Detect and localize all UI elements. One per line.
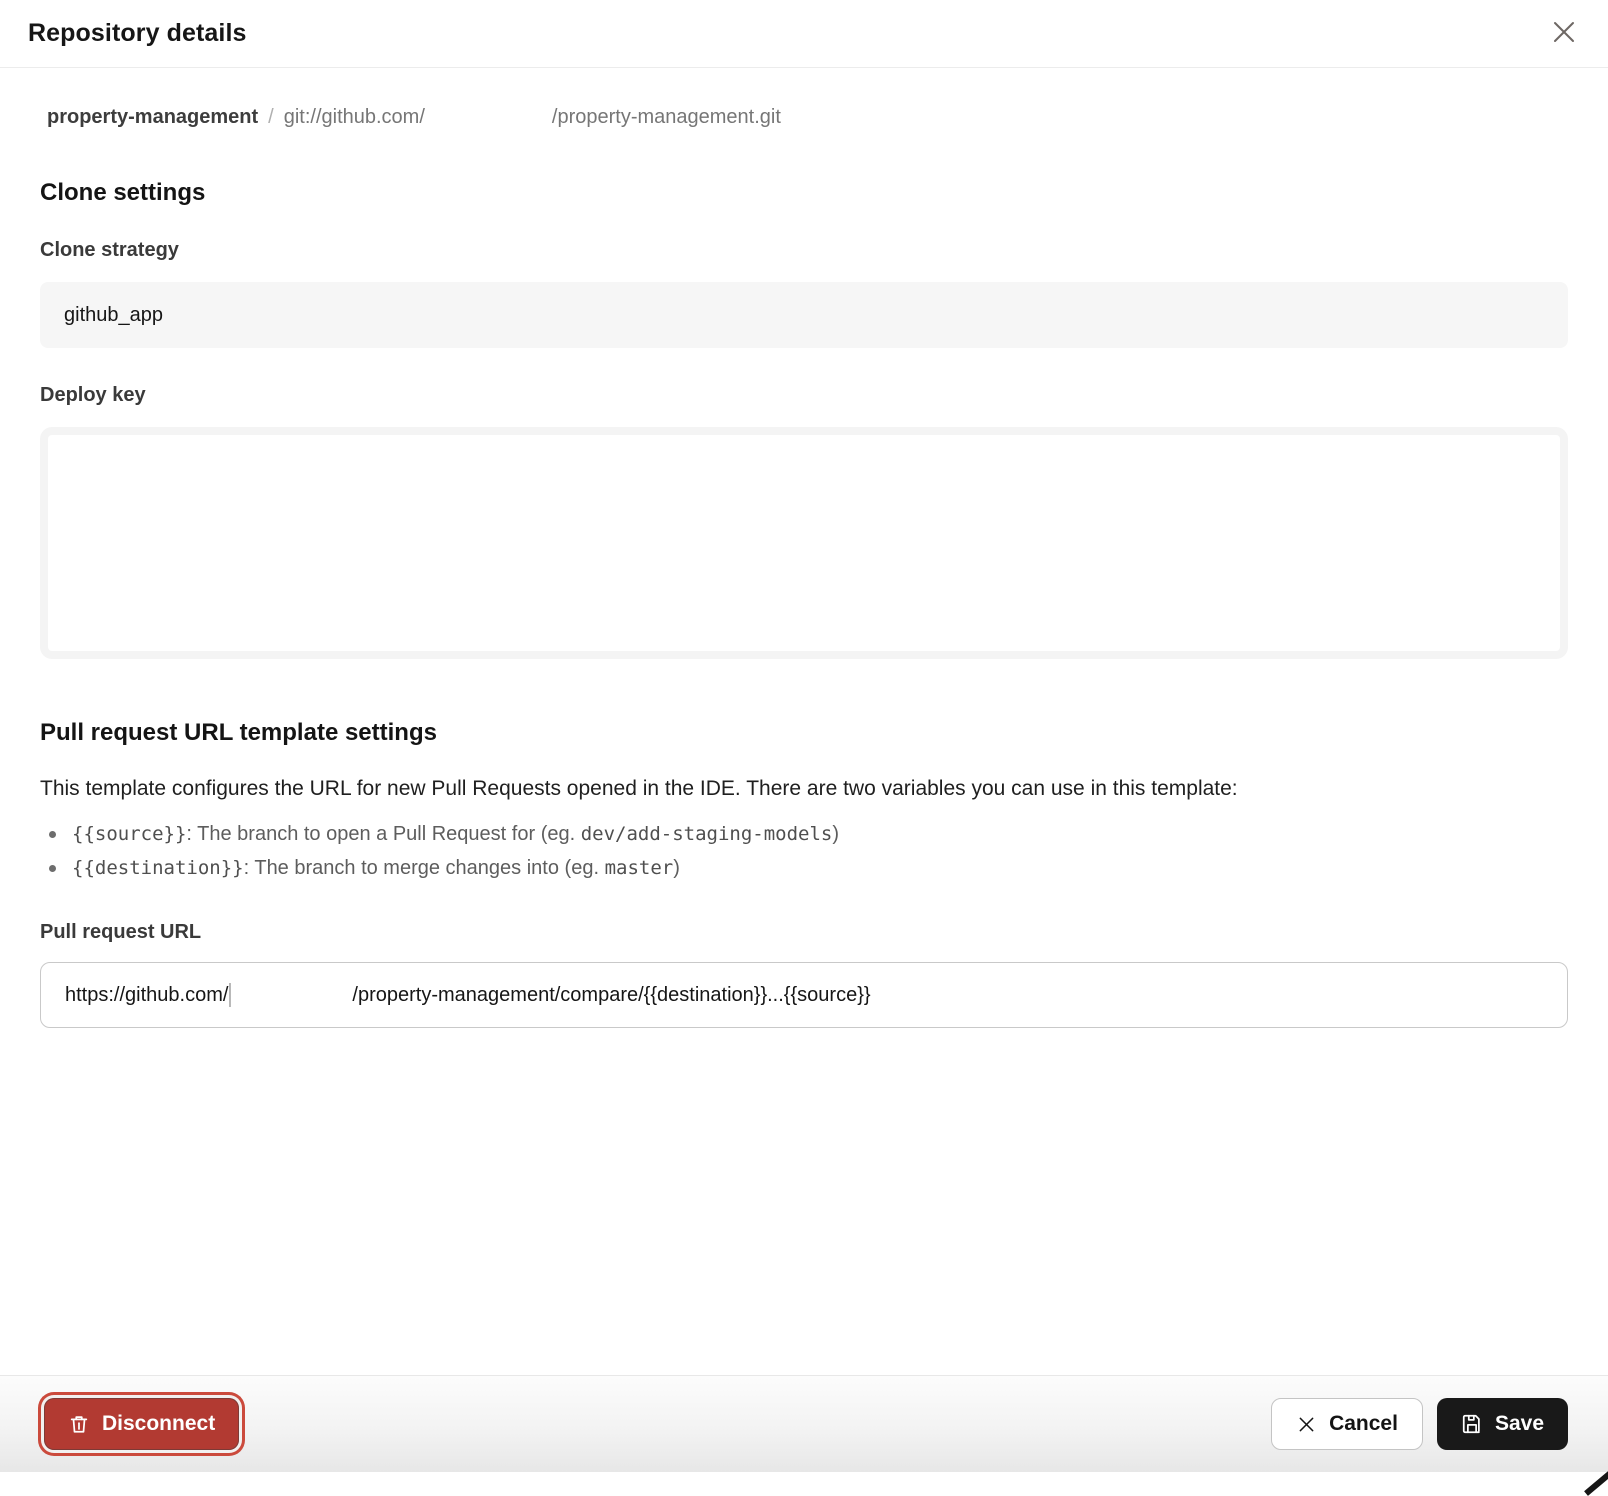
disconnect-button[interactable]: Disconnect — [44, 1398, 239, 1450]
disconnect-button-label: Disconnect — [102, 1412, 215, 1436]
variable-source-example: dev/add-staging-models — [581, 823, 833, 845]
variable-destination-text: : The branch to merge changes into (eg. — [244, 857, 605, 879]
breadcrumb: property-management / git://github.com/ … — [40, 106, 1568, 129]
close-button[interactable] — [1548, 18, 1580, 50]
save-button-label: Save — [1495, 1412, 1544, 1436]
breadcrumb-separator: / — [268, 106, 274, 129]
pr-template-heading: Pull request URL template settings — [40, 719, 1568, 747]
variable-destination-example: master — [605, 857, 674, 879]
pr-url-value-prefix: https://github.com/ — [65, 984, 228, 1007]
floppy-disk-icon — [1461, 1413, 1483, 1435]
pr-template-variable-list: {{source}}: The branch to open a Pull Re… — [40, 819, 1568, 883]
variable-source-text: : The branch to open a Pull Request for … — [186, 823, 580, 845]
repository-details-modal: Repository details property-management /… — [0, 0, 1608, 1028]
pr-url-input[interactable]: https://github.com/ /property-management… — [40, 962, 1568, 1028]
breadcrumb-url-prefix: git://github.com/ — [284, 106, 425, 129]
list-item: {{destination}}: The branch to merge cha… — [40, 853, 1568, 883]
footer-action-group: Cancel Save — [1271, 1398, 1568, 1450]
text-caret — [229, 983, 231, 1007]
modal-body: property-management / git://github.com/ … — [0, 106, 1608, 1028]
variable-destination-close: ) — [673, 857, 680, 879]
pr-template-description: This template configures the URL for new… — [40, 775, 1568, 803]
deploy-key-textarea[interactable] — [40, 427, 1568, 659]
clone-strategy-input: github_app — [40, 282, 1568, 348]
modal-header: Repository details — [0, 0, 1608, 68]
cancel-button[interactable]: Cancel — [1271, 1398, 1423, 1450]
pr-url-value-suffix: /property-management/compare/{{destinati… — [352, 984, 870, 1007]
clone-strategy-value: github_app — [64, 304, 163, 327]
pr-url-label: Pull request URL — [40, 921, 1568, 944]
deploy-key-label: Deploy key — [40, 384, 1568, 407]
close-icon — [1551, 19, 1577, 48]
x-icon — [1296, 1414, 1317, 1435]
save-button[interactable]: Save — [1437, 1398, 1568, 1450]
clone-settings-heading: Clone settings — [40, 179, 1568, 207]
variable-source-close: ) — [832, 823, 839, 845]
list-item: {{source}}: The branch to open a Pull Re… — [40, 819, 1568, 849]
variable-source: {{source}} — [72, 823, 186, 845]
trash-icon — [68, 1413, 90, 1435]
modal-footer: Disconnect Cancel — [0, 1375, 1608, 1472]
variable-destination: {{destination}} — [72, 857, 244, 879]
cancel-button-label: Cancel — [1329, 1412, 1398, 1436]
page-title: Repository details — [28, 19, 247, 48]
mouse-cursor-fragment — [1584, 1469, 1608, 1495]
breadcrumb-repo-name: property-management — [47, 106, 258, 129]
clone-strategy-label: Clone strategy — [40, 239, 1568, 262]
breadcrumb-url-suffix: /property-management.git — [552, 106, 781, 129]
